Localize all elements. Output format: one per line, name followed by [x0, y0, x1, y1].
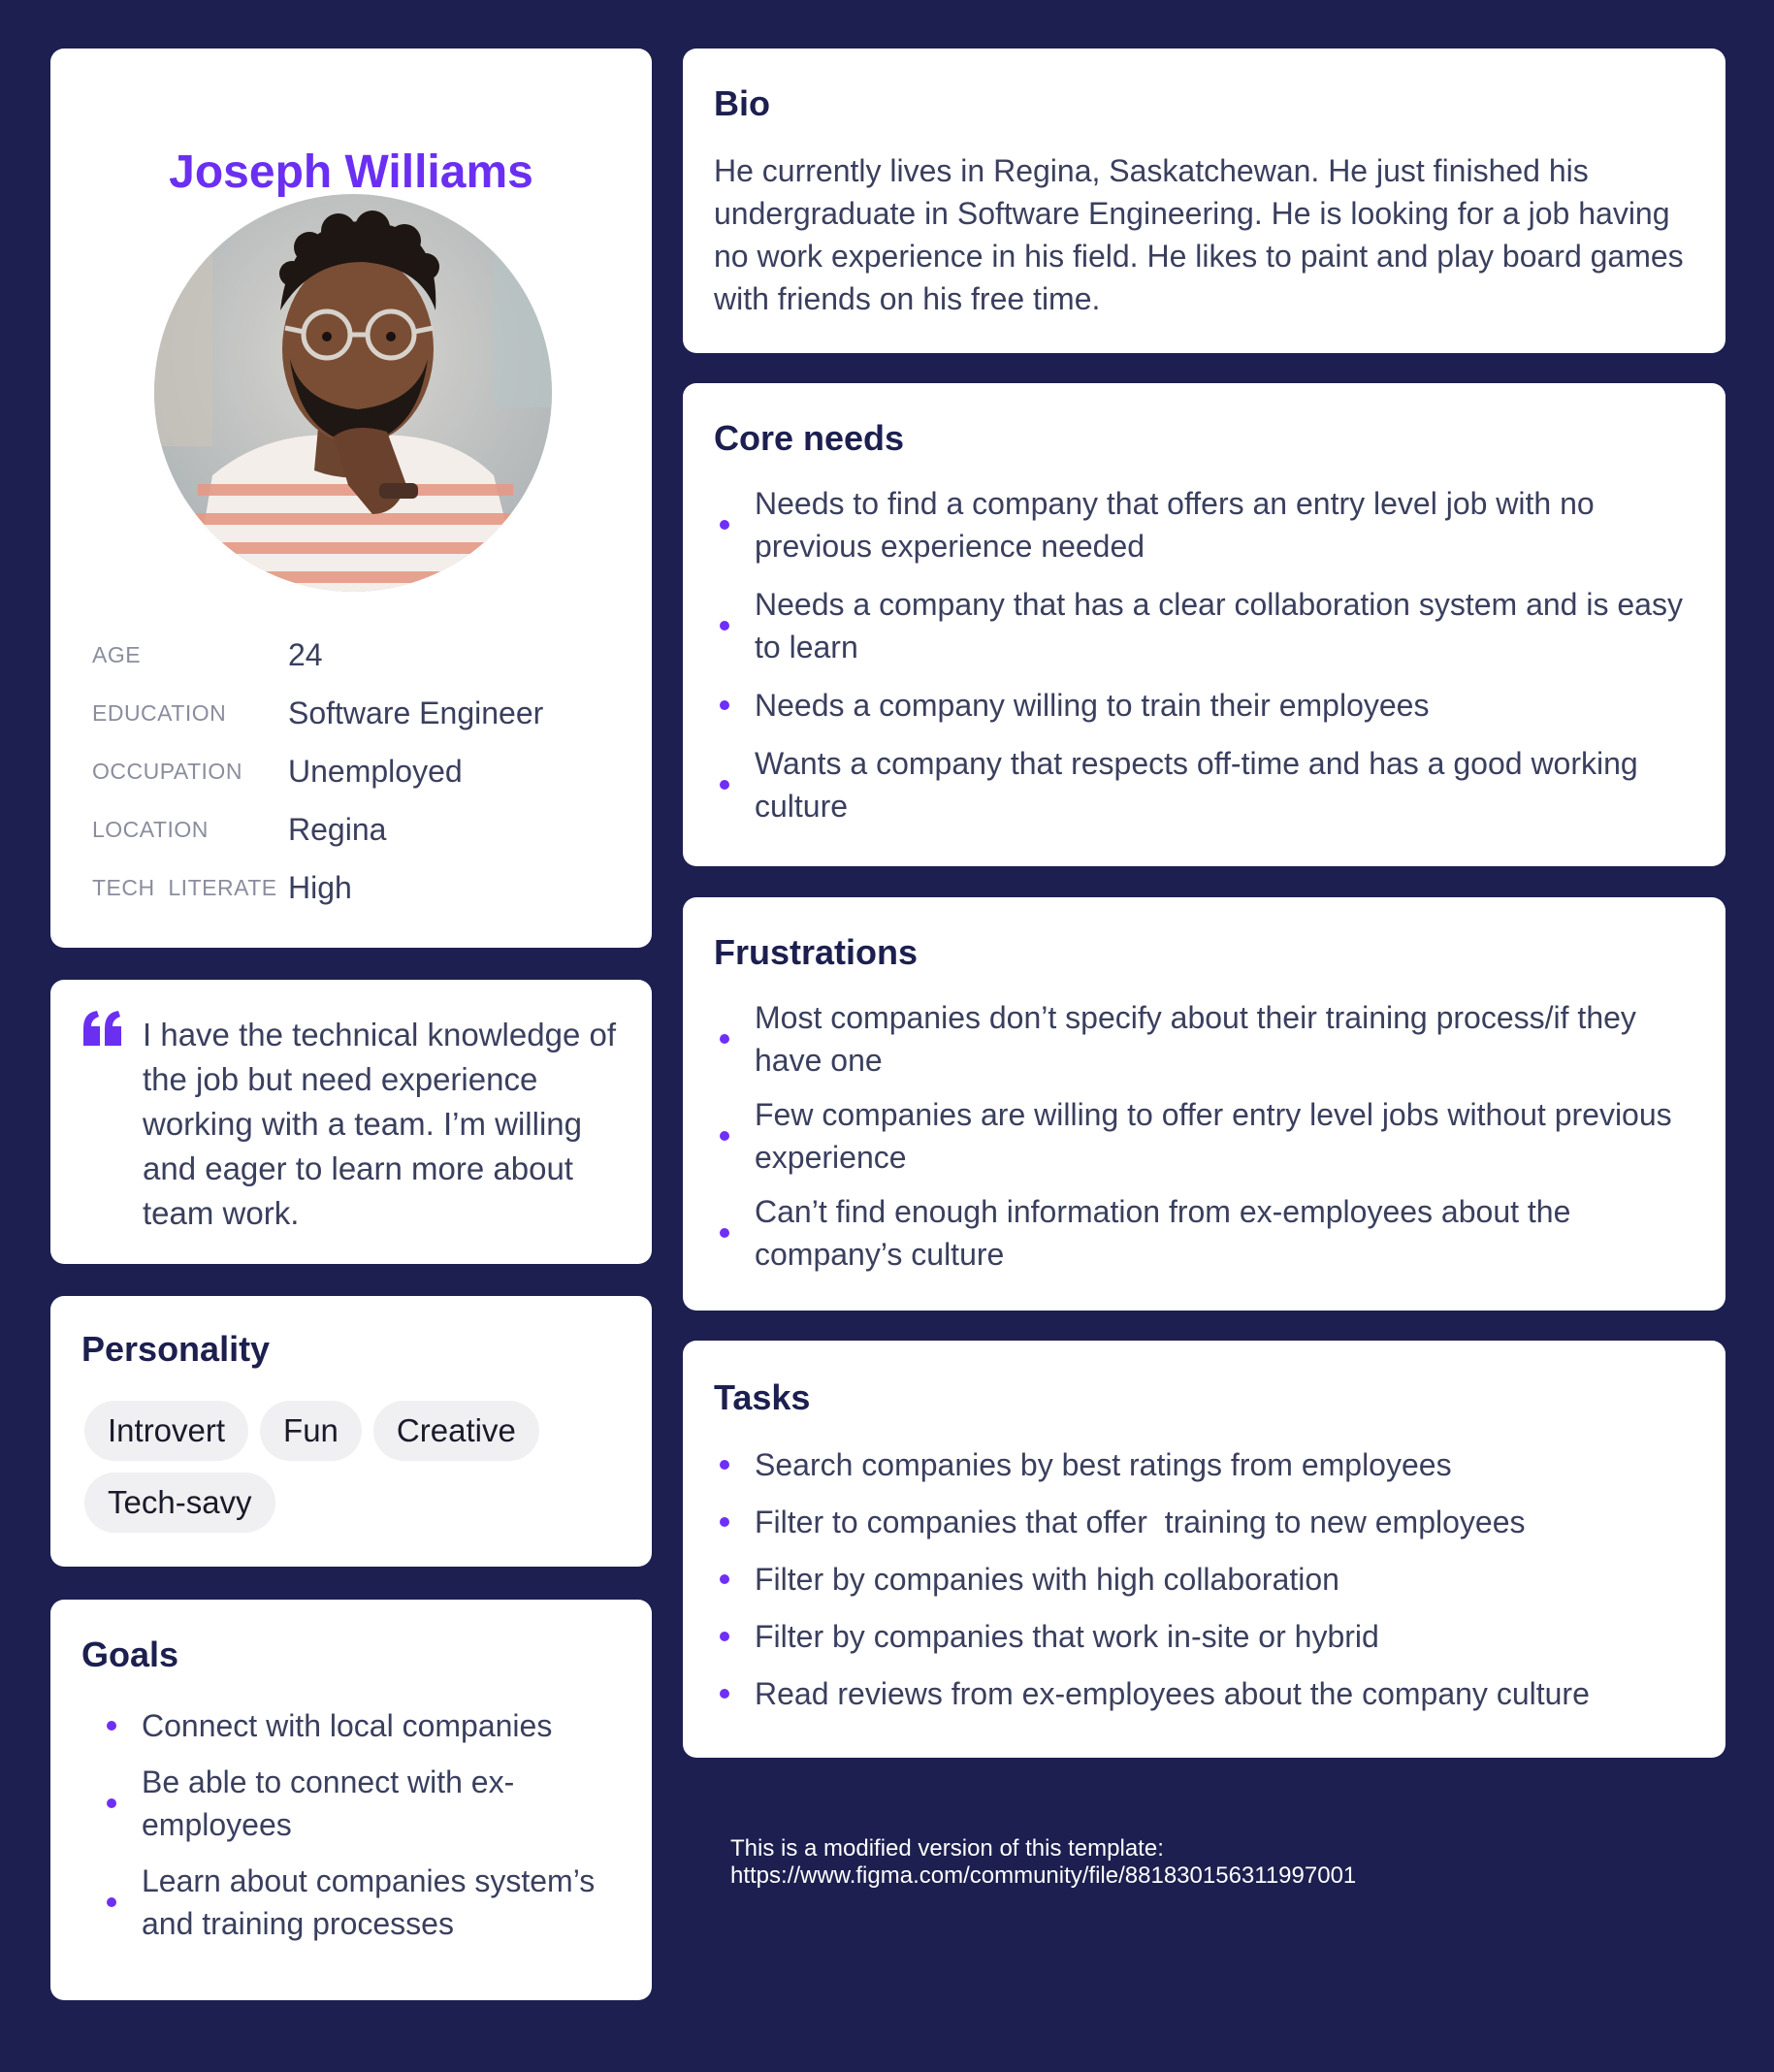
frustrations-title: Frustrations — [714, 932, 919, 972]
quote-card: I have the technical knowledge of the jo… — [50, 980, 652, 1264]
task-text: Filter by companies that work in-site or… — [755, 1619, 1379, 1654]
goal-text: Connect with local companies — [142, 1708, 553, 1743]
bullet-dot-icon — [720, 1517, 729, 1527]
list-item: Needs a company willing to train their e… — [714, 684, 1703, 727]
avatar-photo — [154, 194, 552, 592]
list-item: Read reviews from ex-employees about the… — [714, 1672, 1703, 1715]
trait-chip: Fun — [260, 1401, 362, 1461]
bullet-dot-icon — [720, 621, 729, 631]
frustration-text: Can’t find enough information from ex-em… — [755, 1194, 1571, 1272]
core-needs-card: Core needs Needs to find a company that … — [683, 383, 1726, 866]
need-text: Needs a company willing to train their e… — [755, 688, 1430, 723]
fact-label: AGE — [92, 641, 142, 667]
list-item: Needs a company that has a clear collabo… — [714, 583, 1703, 668]
task-text: Read reviews from ex-employees about the… — [755, 1676, 1590, 1711]
goal-text: Learn about companies system’s and train… — [142, 1863, 596, 1941]
frustration-text: Most companies don’t specify about their… — [755, 1000, 1636, 1078]
trait-chip: Tech-savy — [84, 1473, 275, 1533]
bullet-dot-icon — [720, 1034, 729, 1044]
bio-title: Bio — [714, 83, 770, 123]
list-item: Few companies are willing to offer entry… — [714, 1093, 1703, 1179]
bullet-dot-icon — [720, 1632, 729, 1641]
list-item: Filter by companies that work in-site or… — [714, 1615, 1703, 1658]
personality-traits: Introvert Fun Creative Tech-savy — [84, 1401, 628, 1544]
list-item: Filter by companies with high collaborat… — [714, 1558, 1703, 1601]
task-text: Search companies by best ratings from em… — [755, 1447, 1452, 1482]
fact-value: Software Engineer — [288, 695, 544, 730]
persona-name: Joseph Williams — [169, 146, 533, 198]
personality-card: Personality Introvert Fun Creative Tech-… — [50, 1296, 652, 1567]
profile-card: Joseph Williams AGE 24 EDUCATION Softwar… — [50, 49, 652, 948]
need-text: Needs a company that has a clear collabo… — [755, 587, 1683, 664]
goals-title: Goals — [81, 1635, 179, 1674]
list-item: Learn about companies system’s and train… — [101, 1860, 625, 1945]
list-item: Wants a company that respects off-time a… — [714, 742, 1703, 827]
tasks-card: Tasks Search companies by best ratings f… — [683, 1341, 1726, 1758]
persona-facts: AGE 24 EDUCATION Software Engineer OCCUP… — [92, 626, 635, 917]
core-needs-title: Core needs — [714, 418, 905, 458]
fact-education: EDUCATION Software Engineer — [92, 684, 635, 742]
fact-label: EDUCATION — [92, 699, 227, 726]
bullet-dot-icon — [720, 780, 729, 790]
goals-card: Goals Connect with local companies Be ab… — [50, 1600, 652, 2000]
fact-label: OCCUPATION — [92, 758, 242, 784]
bullet-dot-icon — [720, 520, 729, 530]
fact-tech-literate: TECH LITERATE High — [92, 858, 635, 917]
trait-chip: Creative — [372, 1401, 539, 1461]
avatar — [154, 194, 552, 592]
bullet-dot-icon — [720, 1460, 729, 1470]
core-needs-list: Needs to find a company that offers an e… — [714, 482, 1703, 843]
bullet-dot-icon — [720, 1131, 729, 1141]
list-item: Needs to find a company that offers an e… — [714, 482, 1703, 567]
quote-mark-icon — [83, 1011, 121, 1046]
bio-card: Bio He currently lives in Regina, Saskat… — [683, 49, 1726, 353]
fact-value: High — [288, 869, 352, 905]
trait-chip: Introvert — [84, 1401, 249, 1461]
fact-value: Regina — [288, 811, 387, 847]
personality-title: Personality — [81, 1329, 271, 1369]
task-text: Filter by companies with high collaborat… — [755, 1562, 1339, 1597]
need-text: Wants a company that respects off-time a… — [755, 746, 1638, 824]
fact-location: LOCATION Regina — [92, 800, 635, 858]
list-item: Most companies don’t specify about their… — [714, 996, 1703, 1082]
bullet-dot-icon — [720, 700, 729, 710]
bullet-dot-icon — [107, 1721, 116, 1731]
need-text: Needs to find a company that offers an e… — [755, 486, 1595, 564]
list-item: Connect with local companies — [101, 1704, 625, 1747]
bullet-dot-icon — [107, 1897, 116, 1907]
fact-label: TECH LITERATE — [92, 874, 277, 900]
goals-list: Connect with local companies Be able to … — [101, 1704, 625, 1959]
bullet-dot-icon — [720, 1689, 729, 1699]
frustrations-list: Most companies don’t specify about their… — [714, 996, 1703, 1287]
fact-occupation: OCCUPATION Unemployed — [92, 742, 635, 800]
fact-value: 24 — [288, 636, 323, 672]
fact-age: AGE 24 — [92, 626, 635, 684]
bio-text: He currently lives in Regina, Saskatchew… — [714, 153, 1684, 316]
list-item: Be able to connect with ex-employees — [101, 1761, 625, 1846]
tasks-title: Tasks — [714, 1377, 811, 1417]
bullet-dot-icon — [720, 1574, 729, 1584]
list-item: Search companies by best ratings from em… — [714, 1443, 1703, 1486]
template-credit: This is a modified version of this templ… — [730, 1835, 1357, 1889]
bullet-dot-icon — [720, 1228, 729, 1238]
frustrations-card: Frustrations Most companies don’t specif… — [683, 897, 1726, 1311]
tasks-list: Search companies by best ratings from em… — [714, 1443, 1703, 1730]
bullet-dot-icon — [107, 1798, 116, 1808]
fact-value: Unemployed — [288, 753, 463, 789]
frustration-text: Few companies are willing to offer entry… — [755, 1097, 1672, 1175]
task-text: Filter to companies that offer training … — [755, 1505, 1526, 1539]
list-item: Can’t find enough information from ex-em… — [714, 1190, 1703, 1276]
fact-label: LOCATION — [92, 816, 209, 842]
quote-text: I have the technical knowledge of the jo… — [143, 1017, 616, 1231]
list-item: Filter to companies that offer training … — [714, 1501, 1703, 1543]
goal-text: Be able to connect with ex-employees — [142, 1764, 515, 1842]
